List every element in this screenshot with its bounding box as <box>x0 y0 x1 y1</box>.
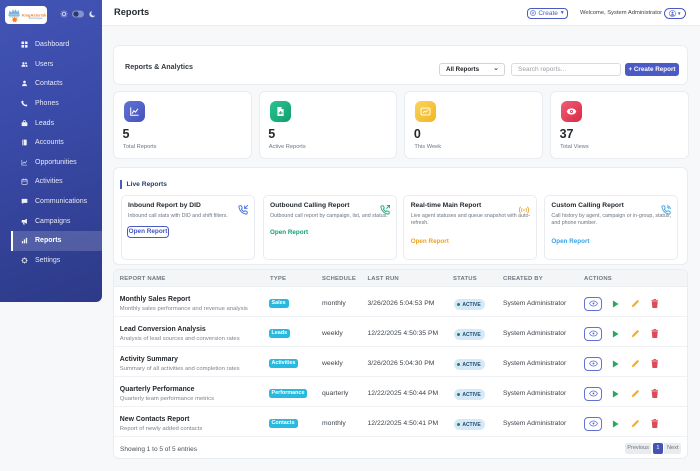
svg-text:Technologies: Technologies <box>28 17 43 20</box>
